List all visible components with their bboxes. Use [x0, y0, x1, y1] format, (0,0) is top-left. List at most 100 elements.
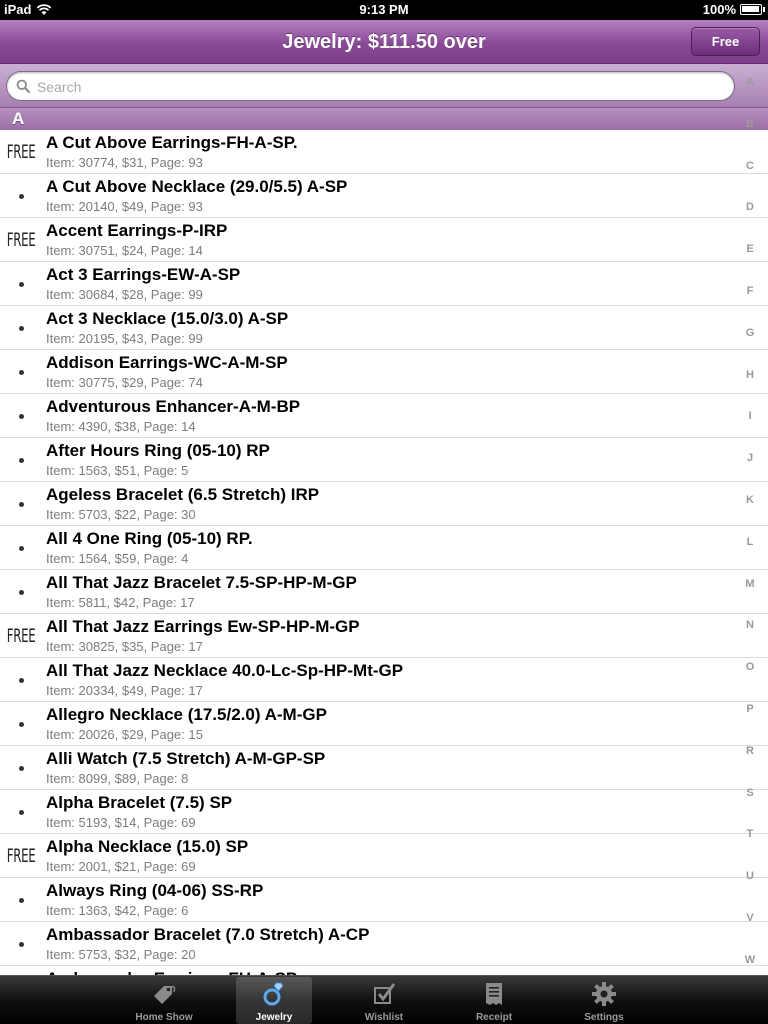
tab-receipt[interactable]: Receipt — [456, 977, 532, 1024]
bullet-icon — [0, 966, 42, 975]
navigation-bar: Jewelry: $111.50 over Free — [0, 20, 768, 64]
index-letter[interactable]: W — [734, 954, 766, 966]
free-badge: FREE — [0, 614, 42, 657]
bullet-icon — [0, 878, 42, 921]
free-label: FREE — [6, 140, 36, 163]
index-letter[interactable]: J — [734, 452, 766, 464]
index-letter[interactable]: P — [734, 703, 766, 715]
dot-icon — [18, 414, 24, 419]
index-letter[interactable]: C — [734, 160, 766, 172]
bullet-icon — [0, 306, 42, 349]
item-detail: Item: 5193, $14, Page: 69 — [46, 815, 196, 830]
index-letter[interactable]: D — [734, 201, 766, 213]
list-item[interactable]: A Cut Above Necklace (29.0/5.5) A-SP Item… — [0, 174, 768, 218]
ring-icon — [260, 980, 288, 1008]
tab-jewelry[interactable]: Jewelry — [236, 977, 312, 1024]
tab-settings[interactable]: Settings — [566, 977, 642, 1024]
tab-home-show[interactable]: Home Show — [126, 977, 202, 1024]
dot-icon — [18, 458, 24, 463]
item-name: Always Ring (04-06) SS-RP — [46, 881, 264, 900]
free-button[interactable]: Free — [691, 27, 760, 56]
list-item[interactable]: FREE Accent Earrings-P-IRP Item: 30751, $2… — [0, 218, 768, 262]
list-item[interactable]: FREE A Cut Above Earrings-FH-A-SP. Item: 3… — [0, 130, 768, 174]
dot-icon — [18, 810, 24, 815]
index-letter[interactable]: I — [734, 410, 766, 422]
item-detail: Item: 1363, $42, Page: 6 — [46, 903, 189, 918]
index-letter[interactable]: U — [734, 870, 766, 882]
bullet-icon — [0, 922, 42, 965]
dot-icon — [18, 326, 24, 331]
item-detail: Item: 4390, $38, Page: 14 — [46, 419, 196, 434]
tab-label: Receipt — [475, 1012, 513, 1023]
status-time: 9:13 PM — [359, 2, 409, 17]
index-letter[interactable]: F — [734, 285, 766, 297]
list-item[interactable]: FREE Alpha Necklace (15.0) SP Item: 2001, … — [0, 834, 768, 878]
tab-label: Wishlist — [364, 1012, 404, 1023]
item-name: Alli Watch (7.5 Stretch) A-M-GP-SP — [46, 749, 326, 768]
item-detail: Item: 20195, $43, Page: 99 — [46, 331, 203, 346]
item-detail: Item: 8099, $89, Page: 8 — [46, 771, 189, 786]
tab-label: Settings — [584, 1012, 624, 1023]
list-item[interactable]: Alli Watch (7.5 Stretch) A-M-GP-SP Item: … — [0, 746, 768, 790]
search-icon — [16, 79, 30, 93]
list-item[interactable]: FREE All That Jazz Earrings Ew-SP-HP-M-GP… — [0, 614, 768, 658]
index-letter[interactable]: L — [734, 536, 766, 548]
section-index[interactable]: A B C D E F G H I J K L M N O P R S T U V W — [734, 66, 768, 976]
item-name: All That Jazz Bracelet 7.5-SP-HP-M-GP — [46, 573, 357, 592]
list-item[interactable]: Alpha Bracelet (7.5) SP Item: 5193, $14, … — [0, 790, 768, 834]
status-bar: iPad 9:13 PM 100% — [0, 0, 768, 20]
tab-label: Jewelry — [255, 1012, 293, 1023]
index-letter[interactable]: H — [734, 369, 766, 381]
list-item[interactable]: Act 3 Earrings-EW-A-SP Item: 30684, $28, … — [0, 262, 768, 306]
list-item[interactable]: Ambassador Earrings-FH-A-SP — [0, 966, 768, 975]
bullet-icon — [0, 174, 42, 217]
tab-wishlist[interactable]: Wishlist — [346, 977, 422, 1024]
dot-icon — [18, 898, 24, 903]
item-detail: Item: 20140, $49, Page: 93 — [46, 199, 203, 214]
free-label: FREE — [6, 228, 36, 251]
search-field[interactable] — [6, 71, 735, 101]
list-item[interactable]: Allegro Necklace (17.5/2.0) A-M-GP Item: … — [0, 702, 768, 746]
item-name: All That Jazz Necklace 40.0-Lc-Sp-HP-Mt-… — [46, 661, 404, 680]
bullet-icon — [0, 262, 42, 305]
index-letter[interactable]: V — [734, 912, 766, 924]
search-bar — [0, 64, 768, 108]
index-letter[interactable]: T — [734, 828, 766, 840]
index-letter[interactable]: S — [734, 787, 766, 799]
receipt-icon — [480, 980, 508, 1008]
bullet-icon — [0, 790, 42, 833]
list-item[interactable]: Addison Earrings-WC-A-M-SP Item: 30775, $… — [0, 350, 768, 394]
list-item[interactable]: Act 3 Necklace (15.0/3.0) A-SP Item: 2019… — [0, 306, 768, 350]
battery-percent: 100% — [702, 2, 736, 17]
item-name: Addison Earrings-WC-A-M-SP — [46, 353, 288, 372]
tab-bar: Home Show Jewelry Wishlist Receipt Settings — [0, 975, 768, 1024]
item-detail: Item: 2001, $21, Page: 69 — [46, 859, 196, 874]
item-detail: Item: 1563, $51, Page: 5 — [46, 463, 189, 478]
list-item[interactable]: All 4 One Ring (05-10) RP. Item: 1564, $5… — [0, 526, 768, 570]
index-letter[interactable]: A — [734, 76, 766, 88]
item-name: Act 3 Earrings-EW-A-SP — [46, 265, 241, 284]
list-item[interactable]: All That Jazz Bracelet 7.5-SP-HP-M-GP Ite… — [0, 570, 768, 614]
free-badge: FREE — [0, 130, 42, 173]
bullet-icon — [0, 746, 42, 789]
index-letter[interactable]: B — [734, 118, 766, 130]
index-letter[interactable]: E — [734, 243, 766, 255]
free-label: FREE — [6, 844, 36, 867]
item-name: All 4 One Ring (05-10) RP. — [46, 529, 253, 548]
list-item[interactable]: Always Ring (04-06) SS-RP Item: 1363, $42… — [0, 878, 768, 922]
free-badge: FREE — [0, 834, 42, 877]
index-letter[interactable]: M — [734, 578, 766, 590]
index-letter[interactable]: O — [734, 661, 766, 673]
index-letter[interactable]: K — [734, 494, 766, 506]
index-letter[interactable]: R — [734, 745, 766, 757]
search-input[interactable] — [37, 76, 717, 97]
list-item[interactable]: After Hours Ring (05-10) RP Item: 1563, $… — [0, 438, 768, 482]
list-item[interactable]: Adventurous Enhancer-A-M-BP Item: 4390, $… — [0, 394, 768, 438]
list-item[interactable]: Ambassador Bracelet (7.0 Stretch) A-CP It… — [0, 922, 768, 966]
index-letter[interactable]: G — [734, 327, 766, 339]
jewelry-list[interactable]: FREE A Cut Above Earrings-FH-A-SP. Item: 3… — [0, 130, 768, 975]
list-item[interactable]: Ageless Bracelet (6.5 Stretch) IRP Item: … — [0, 482, 768, 526]
list-item[interactable]: All That Jazz Necklace 40.0-Lc-Sp-HP-Mt-… — [0, 658, 768, 702]
item-detail: Item: 1564, $59, Page: 4 — [46, 551, 189, 566]
index-letter[interactable]: N — [734, 619, 766, 631]
